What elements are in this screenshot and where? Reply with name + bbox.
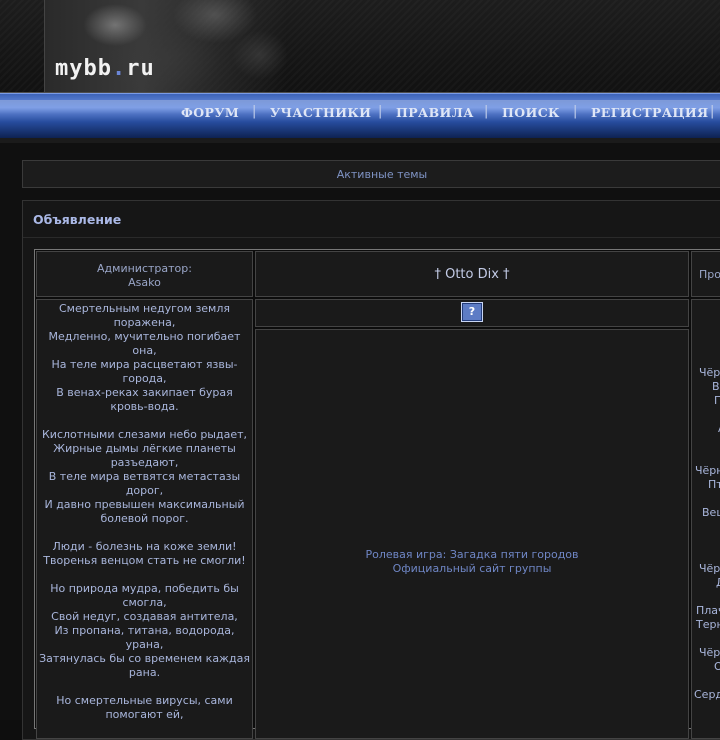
stanza-break <box>39 568 250 582</box>
roleplay-link[interactable]: Ролевая игра: Загадка пяти городов <box>256 548 688 562</box>
poem-line: рана. <box>128 666 161 679</box>
center-links: Ролевая игра: Загадка пяти городов Офици… <box>256 548 688 576</box>
poem-line: Медленно, мучительно погибает <box>48 330 241 343</box>
poem-line: болевой порог. <box>100 512 189 525</box>
stanza-break <box>39 526 250 540</box>
official-site-link[interactable]: Официальный сайт группы <box>256 562 688 576</box>
right-text-fragment: Чёрн <box>695 464 720 477</box>
nav-separator: | <box>484 104 489 119</box>
right-text-fragment: Плач <box>696 604 720 617</box>
poem-line: Но смертельные вирусы, сами <box>56 694 233 707</box>
right-text-fragment: Чёр <box>699 562 720 575</box>
nav-rules[interactable]: ПРАВИЛА <box>396 105 474 120</box>
poem-line: Жирные дымы лёгкие планеты <box>53 442 236 455</box>
announcement-title: † Otto Dix † <box>255 251 689 297</box>
poem-line: смогла, <box>122 596 167 609</box>
poem-line: В венах-реках закипает бурая <box>56 386 233 399</box>
poem-line: На теле мира расцветают язвы- <box>51 358 238 371</box>
nav-search[interactable]: ПОИСК <box>502 105 560 120</box>
right-text-fragment: Терн <box>696 618 720 631</box>
poem-line: Но природа мудра, победить бы <box>50 582 239 595</box>
right-header-cell: Про <box>691 251 720 297</box>
admin-name[interactable]: Asako <box>37 276 252 290</box>
announcement-divider <box>23 237 720 238</box>
poem-line: И давно превышен максимальный <box>44 498 245 511</box>
right-text-fragment: В <box>712 380 720 393</box>
logo-main: mybb <box>55 56 112 81</box>
nav-separator: | <box>378 104 383 119</box>
poem-line: Люди - болезнь на коже земли! <box>52 540 237 553</box>
stanza-break <box>39 680 250 694</box>
poem-line: поражена, <box>113 316 176 329</box>
right-column-cell: Чёр В П А Чёрн Пт Вещ Чёр Д Плач Терн Чё… <box>691 299 720 739</box>
main-navigation: ФОРУМ | УЧАСТНИКИ | ПРАВИЛА | ПОИСК | РЕ… <box>0 93 720 139</box>
stanza-break <box>39 414 250 428</box>
poem-line: Творенья венцом стать не смогли! <box>43 554 246 567</box>
logo-tld: ru <box>126 56 155 81</box>
poem-line: Свой недуг, создавая антитела, <box>51 610 238 623</box>
right-text-fragment: П <box>714 394 720 408</box>
logo-dot: . <box>111 56 127 81</box>
site-header: mybb.ru <box>0 0 720 93</box>
active-topics-link[interactable]: Активные темы <box>337 168 428 181</box>
right-text-fragment: Пт <box>708 478 720 491</box>
nav-register[interactable]: РЕГИСТРАЦИЯ <box>591 105 709 120</box>
nav-separator: | <box>710 104 715 119</box>
right-text-fragment: Серд <box>694 688 720 701</box>
nav-separator: | <box>573 104 578 119</box>
poem-line: кровь-вода. <box>110 400 179 413</box>
announcement-heading: Объявление <box>33 212 122 227</box>
poem-line: Кислотными слезами небо рыдает, <box>41 428 248 441</box>
poem-line: В теле мира ветвятся метастазы <box>48 470 241 483</box>
help-icon[interactable]: ? <box>461 302 483 322</box>
center-cell: Ролевая игра: Загадка пяти городов Офици… <box>255 329 689 739</box>
nav-members[interactable]: УЧАСТНИКИ <box>270 105 371 120</box>
right-header-fragment: Про <box>699 268 720 281</box>
right-text-fragment: Чёр <box>699 646 720 659</box>
poem-line: разъедают, <box>110 456 179 469</box>
poem-line: урана, <box>125 638 164 651</box>
nav-separator: | <box>252 104 257 119</box>
right-text-fragment: Д <box>716 576 720 590</box>
admin-cell: Администратор: Asako <box>36 251 253 297</box>
poem-cell: Смертельным недугом земля поражена, Медл… <box>36 299 253 739</box>
right-text-fragment: Чёр <box>699 366 720 379</box>
poem-line: Смертельным недугом земля <box>58 302 231 315</box>
poem-line: Затянулась бы со временем каждая <box>39 652 250 665</box>
poem-line: она, <box>132 344 157 357</box>
right-text-fragment: Вещ <box>702 506 720 519</box>
right-text-fragment: О <box>714 660 720 674</box>
poem-line: Из пропана, титана, водорода, <box>54 624 235 637</box>
admin-label: Администратор: <box>97 262 192 275</box>
poem-line: дорог, <box>125 484 164 497</box>
nav-forum[interactable]: ФОРУМ <box>181 105 239 120</box>
poem-line: города, <box>122 372 167 385</box>
site-logo[interactable]: mybb.ru <box>55 56 155 81</box>
active-topics-bar: Активные темы <box>22 160 720 188</box>
